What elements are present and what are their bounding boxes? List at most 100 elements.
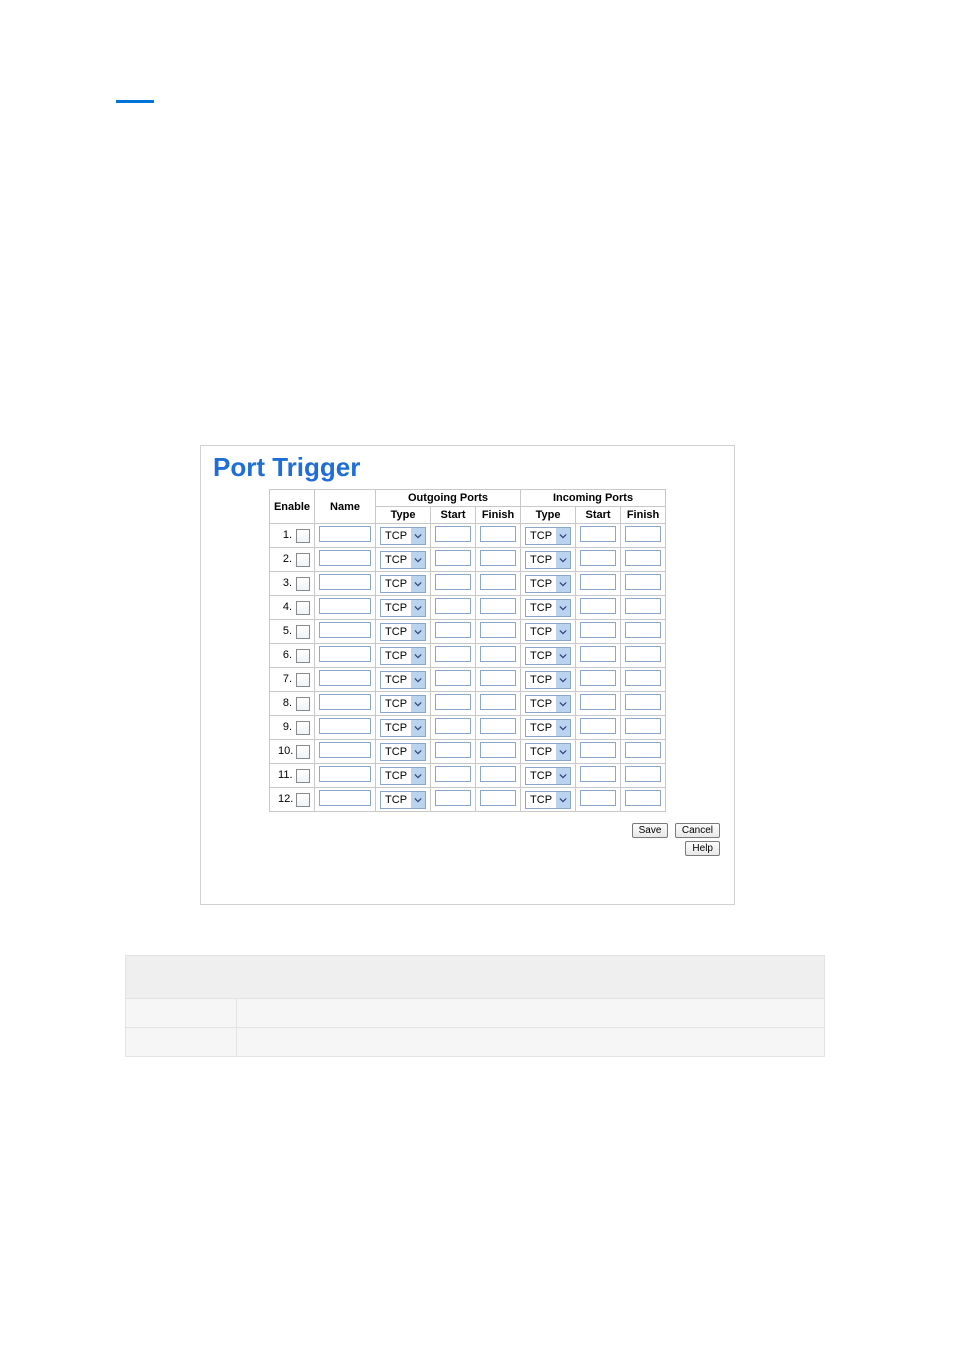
incoming-type-select[interactable]: TCP (525, 767, 571, 785)
enable-checkbox[interactable] (296, 697, 310, 711)
enable-checkbox[interactable] (296, 649, 310, 663)
outgoing-finish-input[interactable] (480, 718, 516, 734)
incoming-start-input[interactable] (580, 718, 616, 734)
outgoing-type-select[interactable]: TCP (380, 623, 426, 641)
outgoing-type-select[interactable]: TCP (380, 551, 426, 569)
outgoing-start-input[interactable] (435, 574, 471, 590)
outgoing-start-input[interactable] (435, 742, 471, 758)
select-value: TCP (526, 746, 556, 758)
name-input[interactable] (319, 790, 371, 806)
outgoing-type-select[interactable]: TCP (380, 575, 426, 593)
incoming-type-select[interactable]: TCP (525, 743, 571, 761)
enable-checkbox[interactable] (296, 721, 310, 735)
enable-checkbox[interactable] (296, 529, 310, 543)
name-input[interactable] (319, 718, 371, 734)
outgoing-finish-input[interactable] (480, 646, 516, 662)
outgoing-type-select[interactable]: TCP (380, 527, 426, 545)
incoming-finish-input[interactable] (625, 790, 661, 806)
incoming-start-input[interactable] (580, 670, 616, 686)
incoming-type-select[interactable]: TCP (525, 623, 571, 641)
incoming-start-input[interactable] (580, 742, 616, 758)
outgoing-finish-input[interactable] (480, 766, 516, 782)
incoming-type-select[interactable]: TCP (525, 671, 571, 689)
incoming-type-select[interactable]: TCP (525, 719, 571, 737)
enable-checkbox[interactable] (296, 601, 310, 615)
outgoing-start-input[interactable] (435, 622, 471, 638)
outgoing-finish-input[interactable] (480, 742, 516, 758)
incoming-finish-input[interactable] (625, 742, 661, 758)
outgoing-start-input[interactable] (435, 598, 471, 614)
outgoing-start-input[interactable] (435, 646, 471, 662)
incoming-finish-input[interactable] (625, 598, 661, 614)
incoming-type-select[interactable]: TCP (525, 527, 571, 545)
incoming-start-input[interactable] (580, 598, 616, 614)
outgoing-finish-input[interactable] (480, 622, 516, 638)
name-input[interactable] (319, 670, 371, 686)
enable-checkbox[interactable] (296, 625, 310, 639)
outgoing-finish-input[interactable] (480, 790, 516, 806)
incoming-start-input[interactable] (580, 646, 616, 662)
save-button[interactable]: Save (632, 823, 669, 838)
incoming-start-input[interactable] (580, 526, 616, 542)
name-input[interactable] (319, 742, 371, 758)
outgoing-finish-input[interactable] (480, 670, 516, 686)
incoming-start-input[interactable] (580, 574, 616, 590)
incoming-finish-input[interactable] (625, 694, 661, 710)
incoming-finish-input[interactable] (625, 646, 661, 662)
enable-checkbox[interactable] (296, 793, 310, 807)
incoming-finish-input[interactable] (625, 622, 661, 638)
outgoing-finish-input[interactable] (480, 598, 516, 614)
outgoing-type-select[interactable]: TCP (380, 719, 426, 737)
incoming-type-select[interactable]: TCP (525, 551, 571, 569)
outgoing-start-input[interactable] (435, 550, 471, 566)
enable-checkbox[interactable] (296, 553, 310, 567)
cancel-button[interactable]: Cancel (675, 823, 720, 838)
outgoing-type-select[interactable]: TCP (380, 743, 426, 761)
incoming-start-input[interactable] (580, 622, 616, 638)
outgoing-finish-input[interactable] (480, 550, 516, 566)
incoming-start-input[interactable] (580, 694, 616, 710)
help-button[interactable]: Help (685, 841, 720, 856)
outgoing-start-input[interactable] (435, 670, 471, 686)
incoming-finish-input[interactable] (625, 670, 661, 686)
outgoing-type-select[interactable]: TCP (380, 767, 426, 785)
incoming-start-input[interactable] (580, 550, 616, 566)
enable-checkbox[interactable] (296, 745, 310, 759)
outgoing-start-input[interactable] (435, 790, 471, 806)
incoming-start-input[interactable] (580, 766, 616, 782)
outgoing-finish-input[interactable] (480, 694, 516, 710)
enable-checkbox[interactable] (296, 769, 310, 783)
enable-checkbox[interactable] (296, 577, 310, 591)
name-input[interactable] (319, 646, 371, 662)
outgoing-type-select[interactable]: TCP (380, 695, 426, 713)
outgoing-type-select[interactable]: TCP (380, 647, 426, 665)
incoming-type-select[interactable]: TCP (525, 575, 571, 593)
outgoing-start-input[interactable] (435, 766, 471, 782)
outgoing-type-select[interactable]: TCP (380, 599, 426, 617)
outgoing-type-select[interactable]: TCP (380, 671, 426, 689)
outgoing-finish-input[interactable] (480, 574, 516, 590)
incoming-finish-input[interactable] (625, 718, 661, 734)
incoming-finish-input[interactable] (625, 550, 661, 566)
incoming-finish-input[interactable] (625, 574, 661, 590)
incoming-start-input[interactable] (580, 790, 616, 806)
name-input[interactable] (319, 598, 371, 614)
outgoing-type-select[interactable]: TCP (380, 791, 426, 809)
incoming-type-select[interactable]: TCP (525, 791, 571, 809)
enable-checkbox[interactable] (296, 673, 310, 687)
outgoing-start-input[interactable] (435, 694, 471, 710)
name-input[interactable] (319, 574, 371, 590)
outgoing-finish-input[interactable] (480, 526, 516, 542)
name-input[interactable] (319, 766, 371, 782)
incoming-type-select[interactable]: TCP (525, 599, 571, 617)
outgoing-start-input[interactable] (435, 718, 471, 734)
outgoing-start-input[interactable] (435, 526, 471, 542)
incoming-type-select[interactable]: TCP (525, 647, 571, 665)
name-input[interactable] (319, 550, 371, 566)
name-input[interactable] (319, 694, 371, 710)
incoming-finish-input[interactable] (625, 526, 661, 542)
incoming-finish-input[interactable] (625, 766, 661, 782)
name-input[interactable] (319, 526, 371, 542)
name-input[interactable] (319, 622, 371, 638)
incoming-type-select[interactable]: TCP (525, 695, 571, 713)
